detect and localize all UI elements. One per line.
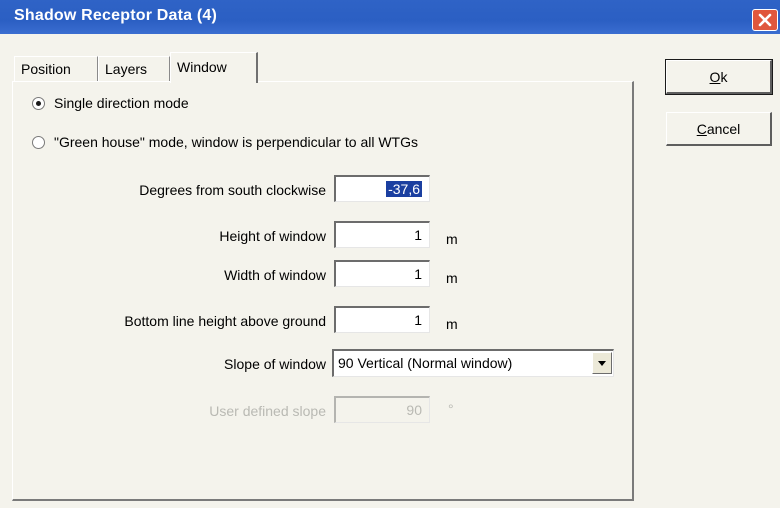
single-direction-label: Single direction mode <box>54 95 189 111</box>
user-slope-input: 90 <box>334 396 430 423</box>
height-input[interactable]: 1 <box>334 221 430 248</box>
bottom-line-value: 1 <box>414 312 422 328</box>
slope-dropdown-button[interactable] <box>592 352 612 374</box>
tab-position-label: Position <box>21 61 71 77</box>
chevron-down-icon <box>598 361 606 366</box>
bottom-line-input[interactable]: 1 <box>334 306 430 333</box>
ok-label-rest: k <box>720 69 728 85</box>
width-label: Width of window <box>224 267 326 283</box>
green-house-label: "Green house" mode, window is perpendicu… <box>54 134 418 150</box>
title-bar: Shadow Receptor Data (4) <box>0 0 780 34</box>
user-slope-value: 90 <box>406 402 422 418</box>
bottom-line-unit: m <box>446 316 458 332</box>
user-slope-label: User defined slope <box>209 403 326 419</box>
cancel-button[interactable]: Cancel <box>666 112 772 146</box>
tab-window-label: Window <box>177 59 227 75</box>
width-unit: m <box>446 270 458 286</box>
slope-label: Slope of window <box>224 356 326 372</box>
cancel-mnemonic: C <box>696 121 707 137</box>
radio-unchecked-icon <box>32 135 45 149</box>
ok-button[interactable]: Ok <box>665 59 773 95</box>
close-icon <box>758 13 772 27</box>
width-value: 1 <box>414 266 422 282</box>
single-direction-radio[interactable]: Single direction mode <box>32 95 189 111</box>
height-value: 1 <box>414 227 422 243</box>
user-slope-unit: ° <box>448 401 454 417</box>
green-house-radio[interactable]: "Green house" mode, window is perpendicu… <box>32 134 418 150</box>
degrees-value: -37,6 <box>386 181 422 197</box>
window-title: Shadow Receptor Data (4) <box>14 7 218 24</box>
degrees-label: Degrees from south clockwise <box>139 182 326 198</box>
width-input[interactable]: 1 <box>334 260 430 287</box>
tab-layers-label: Layers <box>105 61 148 77</box>
cancel-label-rest: ancel <box>706 121 741 137</box>
tab-position[interactable]: Position <box>14 56 98 82</box>
tab-window[interactable]: Window <box>170 52 258 83</box>
slope-select[interactable]: 90 Vertical (Normal window) <box>332 349 614 377</box>
close-button[interactable] <box>752 9 778 31</box>
height-label: Height of window <box>219 228 326 244</box>
degrees-input[interactable]: -37,6 <box>334 175 430 202</box>
tab-layers[interactable]: Layers <box>98 56 170 82</box>
slope-select-value: 90 Vertical (Normal window) <box>338 355 513 371</box>
bottom-line-label: Bottom line height above ground <box>124 313 326 329</box>
height-unit: m <box>446 231 458 247</box>
radio-checked-icon <box>32 96 45 110</box>
ok-mnemonic: O <box>709 69 721 85</box>
